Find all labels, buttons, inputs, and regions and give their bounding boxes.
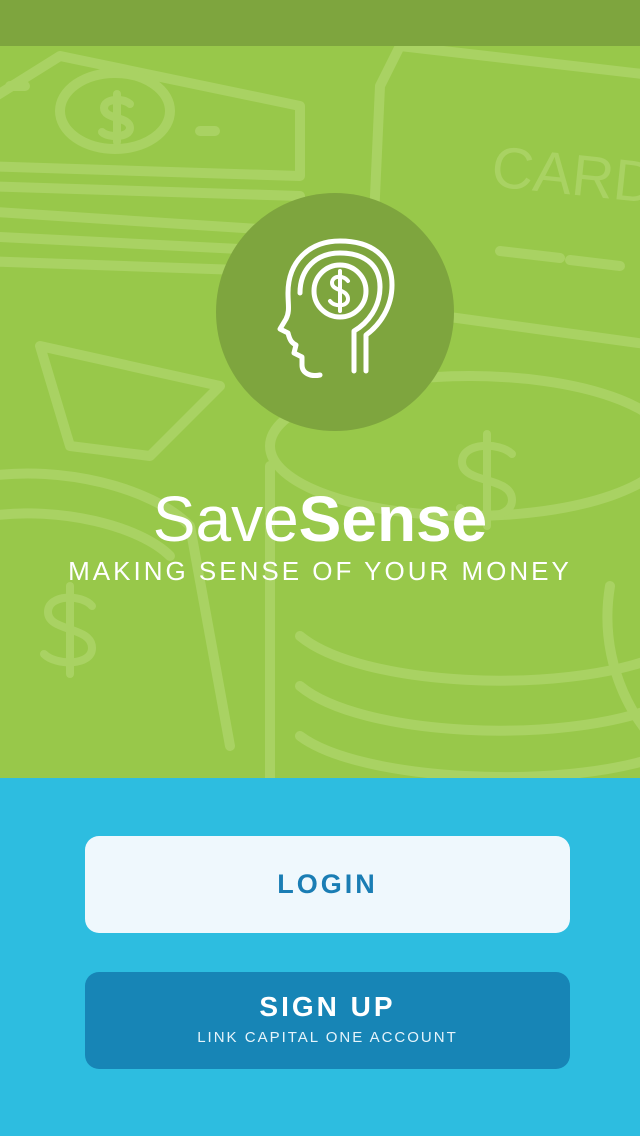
app-name-light: Save — [152, 483, 299, 555]
welcome-screen: CARD SaveSense MAKING SENSE OF YOUR MONE… — [0, 0, 640, 1136]
sign-up-button-sublabel: LINK CAPITAL ONE ACCOUNT — [197, 1029, 458, 1046]
logo-circle — [216, 193, 454, 431]
card-text: CARD — [489, 134, 640, 216]
tagline: MAKING SENSE OF YOUR MONEY — [68, 556, 572, 586]
hero-section: CARD SaveSense MAKING SENSE OF YOUR MONE… — [0, 46, 640, 778]
login-button[interactable]: LOGIN — [85, 836, 570, 933]
auth-actions: LOGIN SIGN UP LINK CAPITAL ONE ACCOUNT — [0, 778, 640, 1136]
head-with-dollar-icon — [277, 238, 395, 378]
sign-up-button[interactable]: SIGN UP LINK CAPITAL ONE ACCOUNT — [85, 972, 570, 1069]
status-bar — [0, 0, 640, 46]
sign-up-button-label: SIGN UP — [259, 991, 396, 1022]
app-name: SaveSense — [0, 483, 640, 555]
app-name-bold: Sense — [298, 483, 488, 555]
login-button-label: LOGIN — [277, 869, 378, 899]
